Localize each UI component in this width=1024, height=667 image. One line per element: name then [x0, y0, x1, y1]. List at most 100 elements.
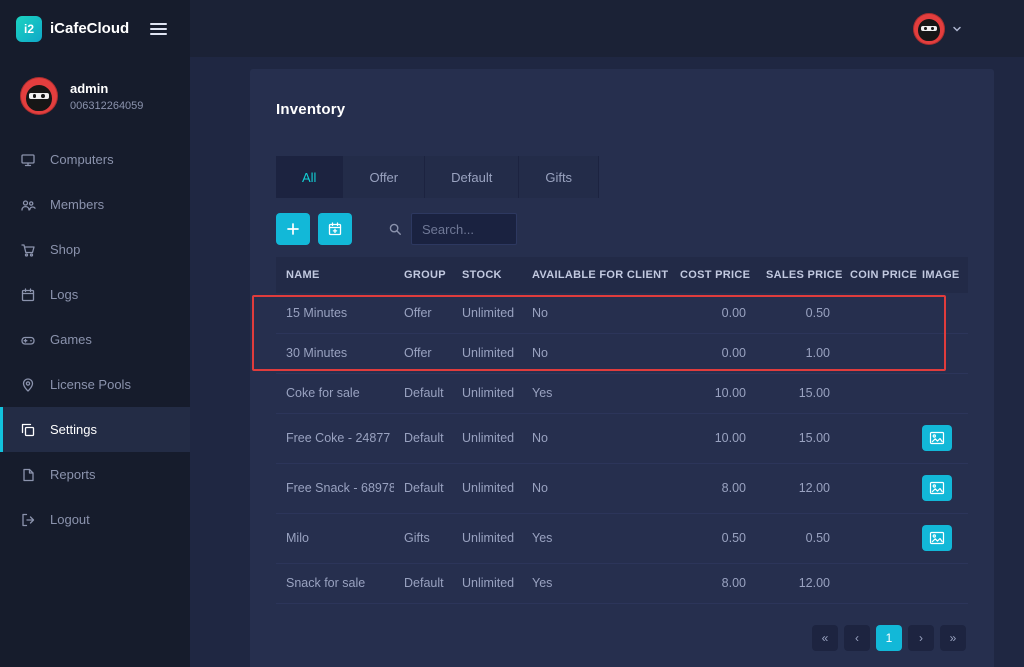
sidebar-item-reports[interactable]: Reports: [0, 452, 190, 497]
cell-coin: [840, 373, 912, 413]
cell-coin: [840, 413, 912, 463]
user-avatar[interactable]: [913, 13, 945, 45]
cell-coin: [840, 563, 912, 603]
cell-available: No: [522, 463, 670, 513]
cell-stock: Unlimited: [452, 563, 522, 603]
sidebar-item-settings[interactable]: Settings: [0, 407, 190, 452]
brand: i2 iCafeCloud: [0, 0, 190, 57]
cell-cost: 10.00: [670, 413, 756, 463]
cell-name: Milo: [276, 513, 394, 563]
cell-cost: 10.00: [670, 373, 756, 413]
sidebar-item-shop[interactable]: Shop: [0, 227, 190, 272]
cell-sales: 12.00: [756, 463, 840, 513]
cell-image: [912, 563, 968, 603]
table-row: Coke for saleDefaultUnlimitedYes10.0015.…: [276, 373, 968, 413]
column-header-available-for-client: AVAILABLE FOR CLIENT: [522, 257, 670, 293]
cell-coin: [840, 333, 912, 373]
table-header-row: NAMEGROUPSTOCKAVAILABLE FOR CLIENTCOST P…: [276, 257, 968, 293]
cell-name: Free Snack - 68978: [276, 463, 394, 513]
cell-available: No: [522, 333, 670, 373]
cell-sales: 1.00: [756, 333, 840, 373]
sidebar-item-label: License Pools: [50, 377, 131, 392]
column-header-sales-price: SALES PRICE: [756, 257, 840, 293]
chevron-down-icon[interactable]: [952, 24, 962, 34]
cell-name: 15 Minutes: [276, 293, 394, 333]
tab-default[interactable]: Default: [425, 156, 519, 198]
cell-group: Offer: [394, 333, 452, 373]
image-button[interactable]: [922, 475, 952, 501]
page-last-button[interactable]: »: [940, 625, 966, 651]
column-header-image: IMAGE: [912, 257, 968, 293]
inventory-table: NAMEGROUPSTOCKAVAILABLE FOR CLIENTCOST P…: [276, 257, 968, 604]
cell-cost: 0.00: [670, 293, 756, 333]
sidebar-item-label: Computers: [50, 152, 114, 167]
page-next-button[interactable]: ›: [908, 625, 934, 651]
cell-group: Default: [394, 413, 452, 463]
table-row: 30 MinutesOfferUnlimitedNo0.001.00: [276, 333, 968, 373]
inventory-table-wrap: NAMEGROUPSTOCKAVAILABLE FOR CLIENTCOST P…: [276, 257, 968, 604]
sidebar-item-label: Logs: [50, 287, 78, 302]
cell-group: Default: [394, 563, 452, 603]
cell-cost: 0.50: [670, 513, 756, 563]
cell-name: Coke for sale: [276, 373, 394, 413]
image-icon: [929, 531, 945, 545]
report-icon: [20, 467, 37, 483]
image-button[interactable]: [922, 425, 952, 451]
topbar-user-menu[interactable]: [913, 13, 1024, 45]
cell-stock: Unlimited: [452, 293, 522, 333]
sidebar-item-label: Settings: [50, 422, 97, 437]
calendar-icon: [20, 287, 37, 303]
table-row: Free Snack - 68978DefaultUnlimitedNo8.00…: [276, 463, 968, 513]
members-icon: [20, 197, 37, 213]
column-header-stock: STOCK: [452, 257, 522, 293]
brand-name: iCafeCloud: [50, 20, 142, 37]
image-icon: [929, 431, 945, 445]
cell-available: No: [522, 293, 670, 333]
cell-available: Yes: [522, 563, 670, 603]
inventory-tabs: AllOfferDefaultGifts: [276, 156, 968, 198]
hamburger-bar: [150, 28, 167, 30]
cell-sales: 0.50: [756, 293, 840, 333]
sidebar-item-logs[interactable]: Logs: [0, 272, 190, 317]
cell-stock: Unlimited: [452, 333, 522, 373]
add-offer-button[interactable]: [318, 213, 352, 245]
tab-gifts[interactable]: Gifts: [519, 156, 599, 198]
cell-sales: 0.50: [756, 513, 840, 563]
sidebar-item-games[interactable]: Games: [0, 317, 190, 362]
search-input[interactable]: [411, 213, 517, 245]
sidebar-item-computers[interactable]: Computers: [0, 137, 190, 182]
tab-offer[interactable]: Offer: [343, 156, 425, 198]
menu-toggle-button[interactable]: [150, 19, 174, 39]
layers-icon: [20, 422, 37, 438]
cell-available: Yes: [522, 513, 670, 563]
cell-image: [912, 333, 968, 373]
toolbar: [276, 213, 968, 245]
cell-group: Default: [394, 463, 452, 513]
cell-cost: 0.00: [670, 333, 756, 373]
page-first-button[interactable]: «: [812, 625, 838, 651]
page-1-button[interactable]: 1: [876, 625, 902, 651]
cell-image: [912, 413, 968, 463]
page-prev-button[interactable]: ‹: [844, 625, 870, 651]
column-header-cost-price: COST PRICE: [670, 257, 756, 293]
gamepad-icon: [20, 332, 37, 348]
user-name: admin: [70, 81, 143, 96]
sidebar-item-license-pools[interactable]: License Pools: [0, 362, 190, 407]
cell-cost: 8.00: [670, 463, 756, 513]
cell-stock: Unlimited: [452, 413, 522, 463]
app-body: admin 006312264059 ComputersMembersShopL…: [0, 57, 1024, 667]
sidebar-item-label: Members: [50, 197, 104, 212]
sidebar-item-members[interactable]: Members: [0, 182, 190, 227]
inventory-card: Inventory AllOfferDefaultGifts NAMEGROUP…: [250, 69, 994, 667]
image-button[interactable]: [922, 525, 952, 551]
sidebar-item-logout[interactable]: Logout: [0, 497, 190, 542]
page-title: Inventory: [276, 101, 968, 118]
hamburger-bar: [150, 33, 167, 35]
sidebar-nav: Computers Members Shop Logs Games License Poo…: [0, 137, 190, 542]
cell-name: Snack for sale: [276, 563, 394, 603]
add-item-button[interactable]: [276, 213, 310, 245]
cell-image: [912, 293, 968, 333]
cell-available: No: [522, 413, 670, 463]
cell-group: Offer: [394, 293, 452, 333]
tab-all[interactable]: All: [276, 156, 343, 198]
